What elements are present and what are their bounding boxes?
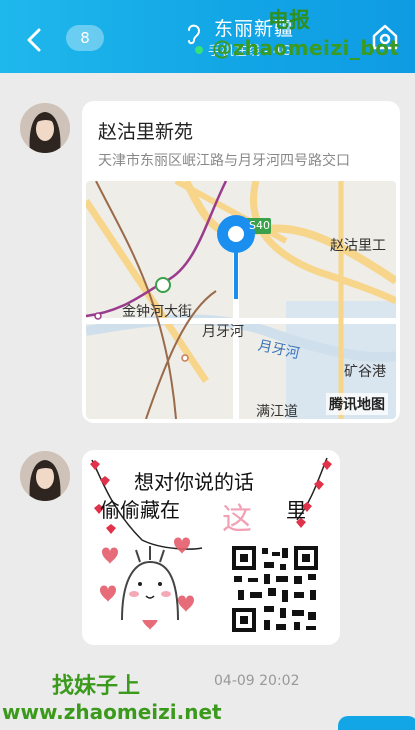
card-text-here: 这 [222,502,252,537]
map-label-yueyahe: 月牙河 [202,324,244,340]
new-message-button[interactable] [338,716,415,730]
online-status-dot [195,46,203,54]
map-label-manjiang: 满江道 [256,404,298,419]
image-message-card[interactable]: 想对你说的话 偷偷藏在 这 里 [82,450,340,645]
watermark-top: 电报 [268,8,310,32]
location-map[interactable]: S40 赵沽里工 金钟河大街 月牙河 月牙河 矿谷港 满江道 腾讯地图 [86,181,396,419]
watermark-bottom: 找妹子上 [52,674,141,699]
avatar[interactable] [20,451,70,501]
card-text-tail: 里 [286,498,306,522]
location-name: 赵沽里新苑 [98,121,194,143]
back-button[interactable]: 8 [20,22,104,56]
map-label-zhaoguli: 赵沽里工 [330,238,386,254]
card-text-line1: 想对你说的话 [134,470,254,494]
map-provider-logo: 腾讯地图 [326,393,388,415]
chat-header: 8 东丽新疆 手机在线 - 4G 电报 @zhaomeizi_bot [0,0,415,73]
location-address: 天津市东丽区岷江路与月牙河四号路交口 [98,153,350,169]
message-timestamp: 04-09 20:02 [214,673,300,689]
map-label-s40: S40 [249,219,270,232]
watermark-url: www.zhaomeizi.net [2,700,222,724]
location-message-card[interactable]: 赵沽里新苑 天津市东丽区岷江路与月牙河四号路交口 S40 赵沽里工 金钟河大街 [82,101,400,423]
ear-icon [188,24,201,45]
card-text-line2: 偷偷藏在 [100,498,180,522]
avatar[interactable] [20,103,70,153]
map-label-jinzhonghe: 金钟河大街 [122,304,192,320]
unread-badge: 8 [66,25,104,51]
watermark-bot-handle: @zhaomeizi_bot [212,36,400,60]
chevron-left-icon [27,28,41,52]
map-label-kuanggu: 矿谷港 [344,364,386,380]
